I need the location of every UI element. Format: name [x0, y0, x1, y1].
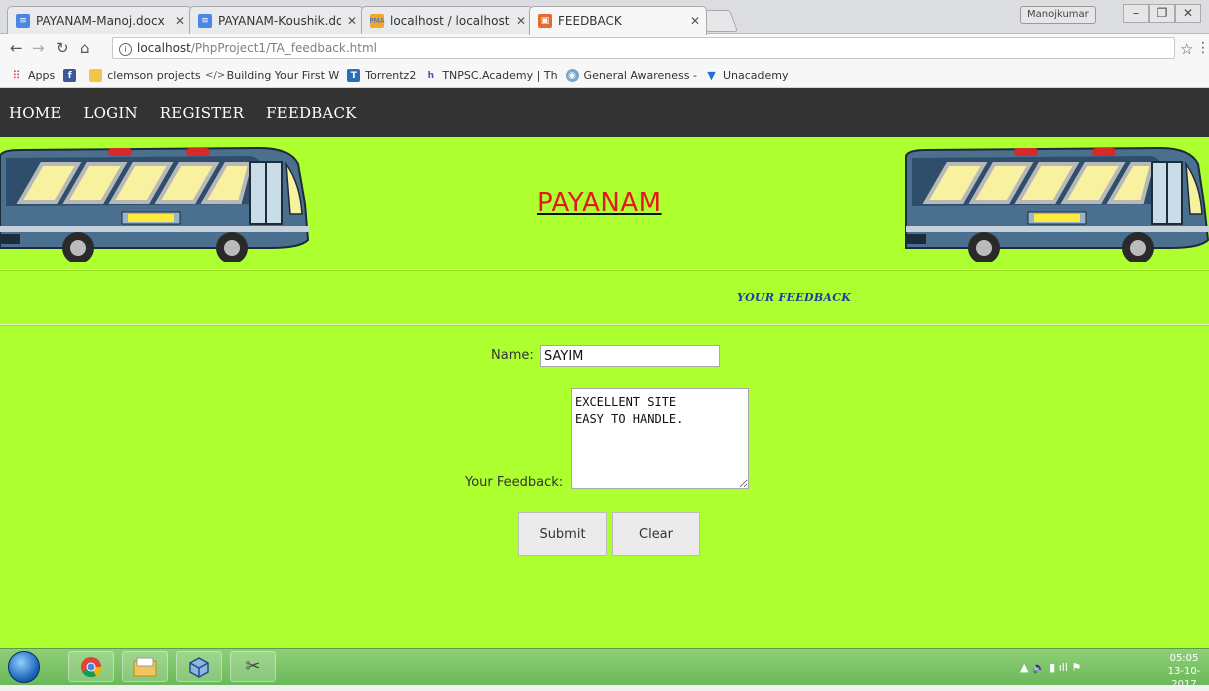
- volume-icon[interactable]: 🔈: [1032, 661, 1046, 674]
- taskbar-clock[interactable]: 05:05 13-10-2017: [1159, 652, 1209, 691]
- tab-title: FEEDBACK: [558, 14, 622, 28]
- url-host: localhost: [137, 41, 191, 55]
- nav-login-link[interactable]: LOGIN: [73, 104, 149, 122]
- site-brand-title: PAYANAM: [537, 188, 662, 218]
- home-icon[interactable]: ⌂: [80, 39, 90, 57]
- clear-button[interactable]: Clear: [612, 512, 700, 556]
- action-center-icon[interactable]: ⚑: [1071, 661, 1081, 674]
- folder-icon: [89, 69, 103, 82]
- name-input[interactable]: [540, 345, 720, 367]
- bookmark-label: TNPSC.Academy | Th: [442, 69, 558, 82]
- url-path: /PhpProject1/TA_feedback.html: [190, 41, 377, 55]
- minimize-icon[interactable]: –: [1123, 4, 1149, 23]
- torrentz-icon: T: [347, 69, 361, 82]
- browser-tab-strip: ≡ PAYANAM-Manoj.docx - ✕ ≡ PAYANAM-Koush…: [0, 0, 1209, 35]
- nav-home-link[interactable]: HOME: [0, 104, 73, 122]
- chrome-icon: [81, 656, 102, 677]
- close-tab-icon[interactable]: ✕: [347, 14, 357, 28]
- windows-start-icon[interactable]: [8, 651, 40, 683]
- bookmark-label: clemson projects: [107, 69, 201, 82]
- network-icon[interactable]: ▮: [1049, 661, 1055, 674]
- cube-icon: [189, 656, 209, 678]
- bookmark-facebook[interactable]: f: [63, 69, 81, 82]
- submit-button[interactable]: Submit: [518, 512, 607, 556]
- feedback-label: Your Feedback:: [465, 475, 564, 490]
- browser-tab-phpmyadmin[interactable]: PMA localhost / localhost / bu ✕: [361, 6, 533, 34]
- bookmark-tnpsc[interactable]: h TNPSC.Academy | Th: [424, 69, 558, 82]
- address-bar[interactable]: i localhost/PhpProject1/TA_feedback.html: [112, 37, 1175, 59]
- address-row: ← → ↻ ⌂ i localhost/PhpProject1/TA_feedba…: [0, 34, 1209, 64]
- close-tab-icon[interactable]: ✕: [175, 14, 185, 28]
- bookmark-label: Building Your First W: [226, 69, 340, 82]
- browser-tab-koushik-docx[interactable]: ≡ PAYANAM-Koushik.docx ✕: [189, 6, 364, 34]
- nav-feedback-link[interactable]: FEEDBACK: [255, 104, 367, 122]
- back-arrow-icon[interactable]: ←: [10, 39, 23, 57]
- clock-time: 05:05: [1169, 653, 1199, 664]
- bookmark-label: Apps: [28, 69, 56, 82]
- close-window-icon[interactable]: ✕: [1175, 4, 1201, 23]
- page-favicon-icon: ▣: [538, 14, 552, 28]
- tab-title: PAYANAM-Manoj.docx -: [36, 13, 169, 28]
- close-tab-icon[interactable]: ✕: [690, 14, 700, 28]
- page-content: HOME LOGIN REGISTER FEEDBACK PAYANAM YOU…: [0, 88, 1209, 648]
- apps-grid-icon: ⠿: [12, 69, 21, 82]
- bookmark-building-first[interactable]: </> Building Your First W: [205, 69, 340, 82]
- clock-date: 13-10-2017: [1167, 666, 1201, 690]
- system-tray: ▲ 🔈 ▮ ıll ⚑: [1020, 661, 1081, 674]
- code-icon: </>: [205, 70, 226, 81]
- restore-icon[interactable]: ❐: [1149, 4, 1175, 23]
- owl-icon: ◉: [565, 69, 579, 82]
- tnpsc-icon: h: [427, 70, 435, 81]
- bookmark-label: General Awareness -: [583, 69, 697, 82]
- snipping-tool-taskbar-icon[interactable]: ✂: [230, 651, 276, 682]
- header-divider: [0, 269, 1209, 271]
- browser-tab-manoj-docx[interactable]: ≡ PAYANAM-Manoj.docx - ✕: [7, 6, 192, 34]
- browser-tab-feedback[interactable]: ▣ FEEDBACK ✕: [529, 6, 707, 35]
- reload-icon[interactable]: ↻: [56, 39, 69, 57]
- windows-taskbar: ✂ ▲ 🔈 ▮ ıll ⚑ 05:05 13-10-2017: [0, 648, 1209, 690]
- bookmark-label: Torrentz2: [365, 69, 417, 82]
- bus-illustration-left: [0, 146, 310, 262]
- bookmark-star-icon[interactable]: ☆: [1180, 40, 1193, 58]
- bus-illustration-right: [905, 146, 1209, 262]
- bookmark-unacademy[interactable]: ▼ Unacademy: [705, 69, 789, 82]
- scissors-icon: ✂: [245, 656, 261, 677]
- window-controls: – ❐ ✕: [1123, 4, 1201, 23]
- bookmark-apps[interactable]: ⠿ Apps: [10, 69, 55, 82]
- menu-kebab-icon[interactable]: ⋮: [1196, 40, 1209, 56]
- feedback-subheading: YOUR FEEDBACK: [737, 291, 852, 304]
- feedback-textarea[interactable]: EXCELLENT SITE EASY TO HANDLE.: [571, 388, 749, 489]
- google-docs-icon: ≡: [16, 13, 30, 28]
- top-navigation: HOME LOGIN REGISTER FEEDBACK: [0, 88, 1209, 137]
- site-info-icon[interactable]: i: [119, 43, 132, 56]
- subheading-divider: [0, 324, 1209, 326]
- tab-title: PAYANAM-Koushik.docx: [218, 13, 341, 28]
- google-docs-icon: ≡: [198, 13, 212, 28]
- unacademy-icon: ▼: [707, 69, 716, 82]
- name-label: Name:: [491, 348, 534, 363]
- bookmark-general-awareness[interactable]: ◉ General Awareness -: [565, 69, 697, 82]
- signal-icon[interactable]: ıll: [1059, 661, 1068, 674]
- chrome-taskbar-icon[interactable]: [68, 651, 114, 682]
- close-tab-icon[interactable]: ✕: [516, 14, 526, 28]
- bookmark-clemson-projects[interactable]: clemson projects: [89, 69, 201, 82]
- facebook-icon: f: [63, 69, 77, 82]
- forward-arrow-icon[interactable]: →: [32, 39, 45, 57]
- bookmark-label: Unacademy: [722, 69, 789, 82]
- folder-icon: [133, 657, 157, 676]
- nav-register-link[interactable]: REGISTER: [149, 104, 255, 122]
- bookmark-torrentz2[interactable]: T Torrentz2: [347, 69, 416, 82]
- phpmyadmin-icon: PMA: [369, 13, 385, 28]
- file-explorer-taskbar-icon[interactable]: [122, 651, 168, 682]
- show-hidden-icons-icon[interactable]: ▲: [1020, 661, 1028, 674]
- profile-button[interactable]: Manojkumar: [1020, 6, 1096, 24]
- virtualbox-taskbar-icon[interactable]: [176, 651, 222, 682]
- tab-title: localhost / localhost / bu: [390, 13, 510, 28]
- bookmarks-bar: ⠿ Apps f clemson projects </> Building Y…: [0, 64, 1209, 88]
